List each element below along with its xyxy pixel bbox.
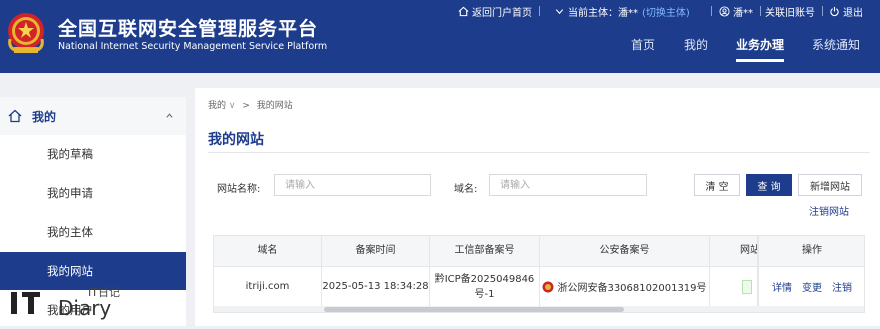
sidebar-item-subjects[interactable]: 我的主体 — [0, 213, 186, 251]
table-header-filing-time: 备案时间 — [322, 236, 430, 266]
breadcrumb-root[interactable]: 我的 — [208, 101, 226, 111]
table-cell-police-no: 浙公网安备33068102001319号 — [540, 266, 710, 306]
user-icon — [719, 5, 730, 17]
breadcrumb-separator: > — [242, 101, 250, 111]
divider — [539, 6, 540, 16]
nav-home[interactable]: 首页 — [631, 36, 655, 62]
home-icon — [8, 109, 22, 123]
link-old-account-link[interactable]: 关联旧账号 — [765, 4, 830, 19]
table-cell-website — [710, 266, 758, 306]
top-header: 全国互联网安全管理服务平台 National Internet Security… — [0, 0, 880, 73]
table-header-domain: 域名 — [214, 236, 322, 266]
scrollbar-thumb[interactable] — [324, 307, 624, 312]
domain-input[interactable] — [489, 174, 647, 196]
divider — [208, 152, 870, 153]
divider — [711, 6, 712, 16]
current-subject: 当前主体： 潘** (切换主体) — [554, 4, 690, 19]
nav-notifications[interactable]: 系统通知 — [812, 36, 860, 62]
user-name: 潘** — [733, 7, 753, 19]
divider — [760, 6, 761, 16]
sidebar-item-applications[interactable]: 我的申请 — [0, 174, 186, 212]
table-cell-actions: 详情 变更 注销 — [758, 266, 864, 306]
divider — [822, 6, 823, 16]
cancel-site-link[interactable]: 注销网站 — [809, 203, 849, 218]
sidebar-group-label: 我的 — [32, 109, 57, 124]
status-badge — [742, 279, 752, 294]
sidebar-group-mine[interactable]: 我的 — [0, 97, 186, 135]
it-diary-watermark: IT日记 Diary — [11, 286, 120, 320]
change-link[interactable]: 变更 — [802, 279, 822, 294]
table-header-police-no: 公安备案号 — [540, 236, 710, 266]
nav-mine[interactable]: 我的 — [684, 36, 708, 62]
user-menu[interactable]: 潘** — [704, 4, 768, 19]
national-emblem-icon — [8, 13, 44, 53]
table-header-actions: 操作 — [758, 236, 864, 266]
current-subject-label: 当前主体： — [568, 7, 618, 19]
return-portal-link[interactable]: 返回门户首页 — [458, 4, 547, 19]
site-name-input[interactable] — [274, 174, 431, 196]
table-cell-filing-time: 2025-05-13 18:34:28 — [322, 266, 430, 306]
horizontal-scrollbar[interactable] — [214, 306, 864, 312]
switch-subject-link[interactable]: (切换主体) — [642, 4, 690, 19]
miit-no-line1: 黔ICP备2025049846 — [434, 273, 535, 285]
platform-title-cn: 全国互联网安全管理服务平台 — [58, 18, 319, 40]
table-cell-miit-no: 黔ICP备2025049846 号-1 — [430, 266, 540, 306]
breadcrumb: 我的 ∨ > 我的网站 — [208, 98, 293, 111]
page-title: 我的网站 — [208, 132, 264, 148]
table-header-website: 网站 — [710, 236, 758, 266]
sidebar-item-drafts[interactable]: 我的草稿 — [0, 135, 186, 173]
logout-button[interactable]: 退出 — [829, 4, 863, 19]
main-content: 我的 ∨ > 我的网站 我的网站 网站名称: 域名: 清 空 查 询 新增网站 … — [195, 88, 880, 326]
site-name-label: 网站名称: — [217, 184, 261, 195]
police-no-text: 浙公网安备33068102001319号 — [557, 283, 707, 294]
home-icon — [458, 6, 469, 16]
miit-no-line2: 号-1 — [474, 288, 495, 300]
table-cell-domain: itriji.com — [214, 266, 322, 306]
chevron-down-icon: ∨ — [228, 101, 236, 111]
domain-label: 域名: — [454, 184, 478, 195]
police-badge-icon — [542, 281, 554, 292]
platform-title-en: National Internet Security Management Se… — [58, 41, 328, 52]
table-header-miit-no: 工信部备案号 — [430, 236, 540, 266]
add-site-button[interactable]: 新增网站 — [798, 174, 862, 196]
cancel-link[interactable]: 注销 — [832, 279, 852, 294]
chevron-down-icon — [555, 8, 564, 14]
breadcrumb-current: 我的网站 — [256, 101, 293, 111]
clear-button[interactable]: 清 空 — [694, 174, 740, 196]
websites-table: 域名 备案时间 工信部备案号 公安备案号 网站 操作 itriji.com 20… — [213, 235, 865, 313]
nav-business[interactable]: 业务办理 — [736, 36, 785, 62]
current-subject-value: 潘** — [618, 7, 638, 19]
link-old-account-label: 关联旧账号 — [765, 7, 815, 19]
details-link[interactable]: 详情 — [772, 279, 792, 294]
query-button[interactable]: 查 询 — [746, 174, 792, 196]
chevron-up-icon — [166, 113, 173, 118]
return-portal-label: 返回门户首页 — [472, 7, 532, 19]
power-icon — [830, 6, 839, 16]
watermark-en: Diary — [58, 296, 111, 320]
logout-label: 退出 — [843, 7, 863, 19]
